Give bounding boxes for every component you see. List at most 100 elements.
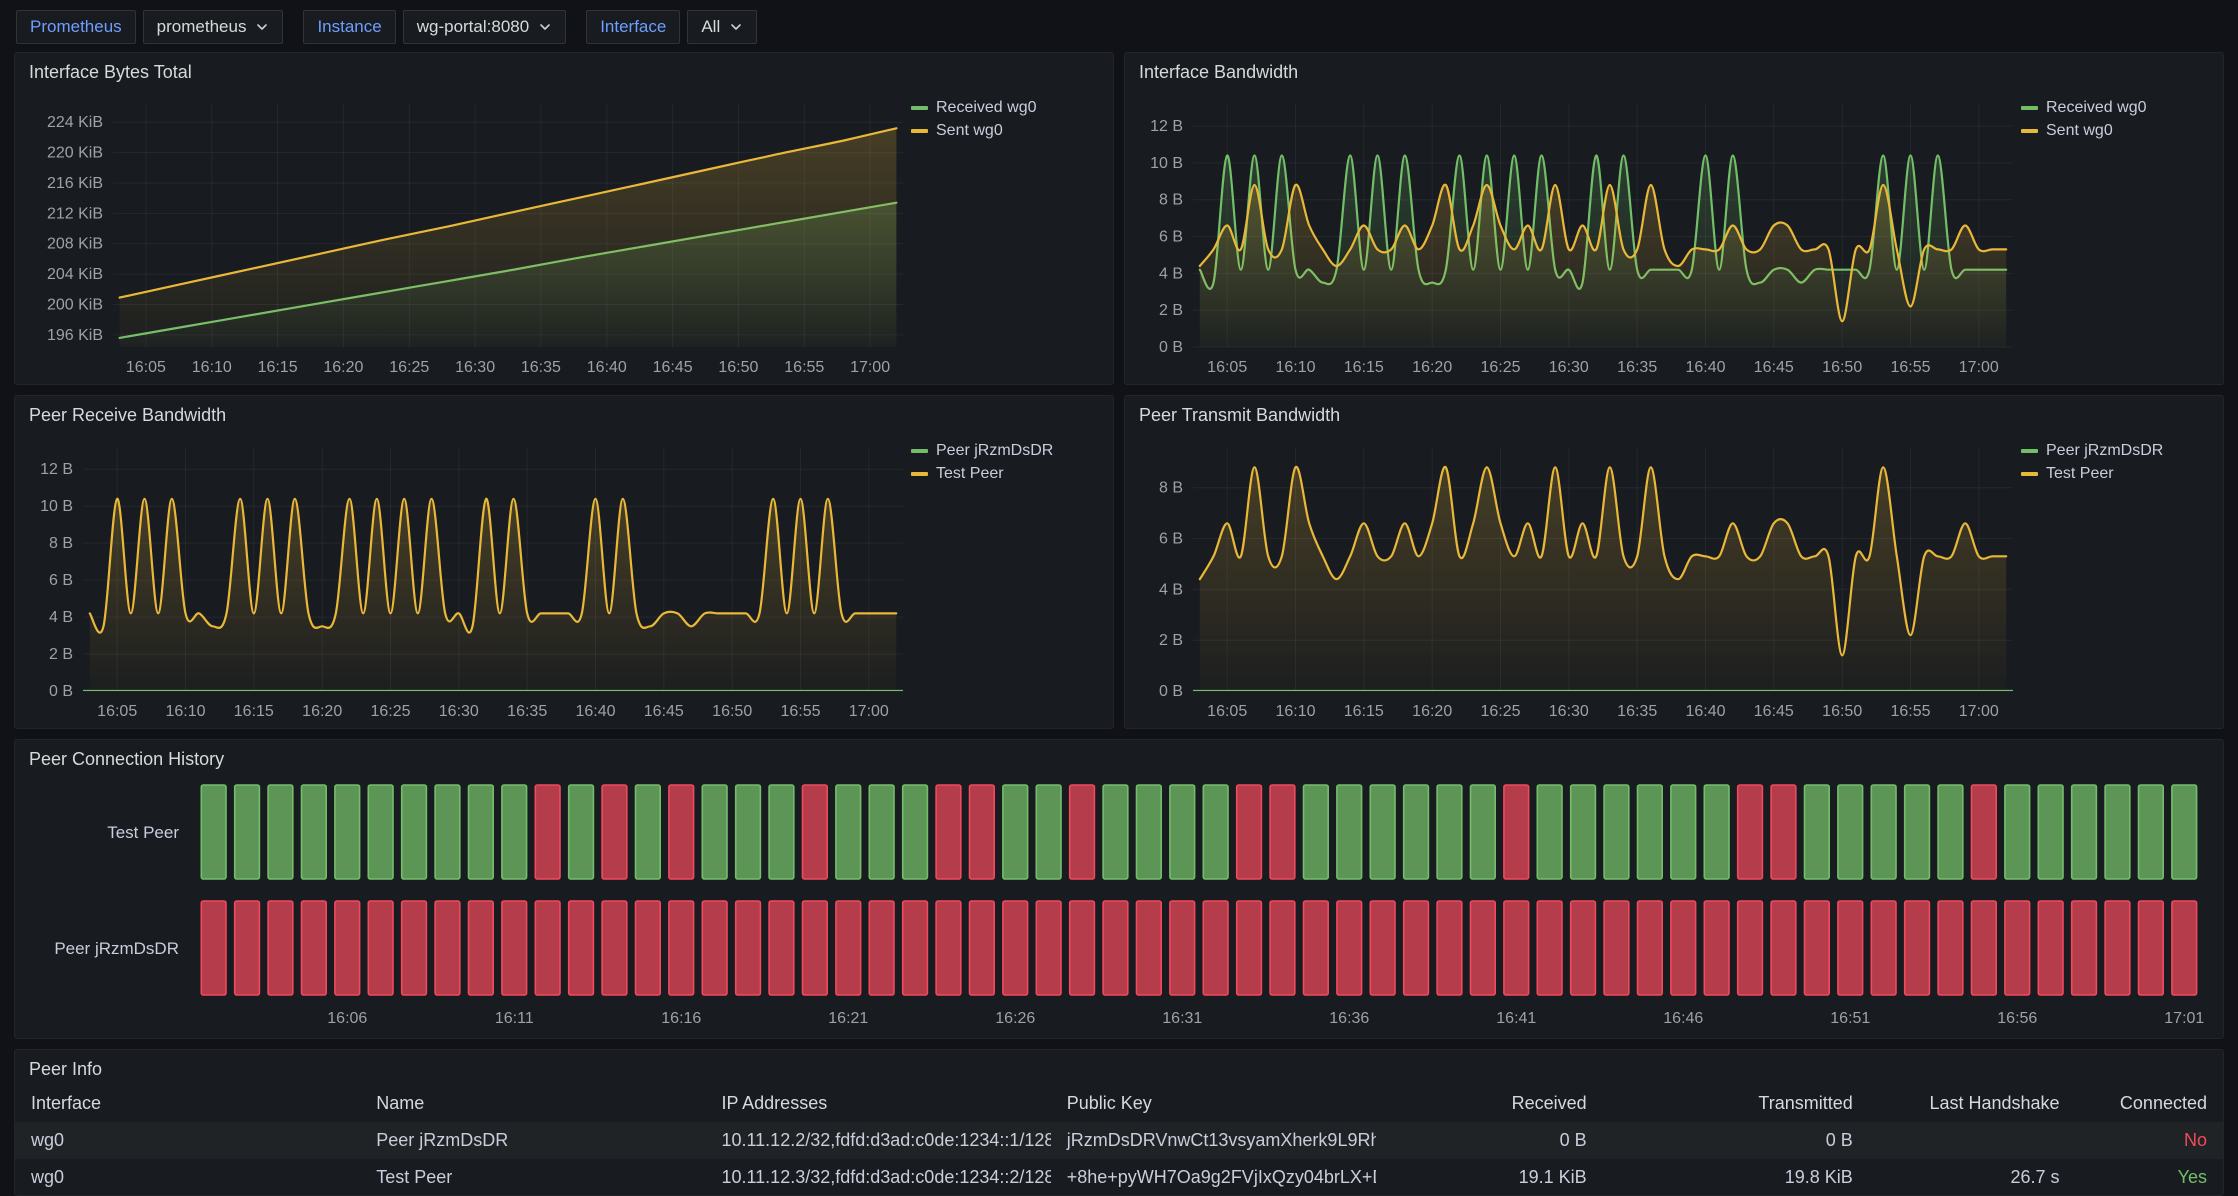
svg-text:16:56: 16:56 <box>1997 1010 2037 1027</box>
svg-text:16:55: 16:55 <box>780 703 820 720</box>
var-interface: Interface All <box>586 10 757 44</box>
svg-text:17:00: 17:00 <box>850 359 890 376</box>
legend-item[interactable]: Peer jRzmDsDR <box>911 443 1101 459</box>
panel-title-peer-info[interactable]: Peer Info <box>15 1050 2223 1085</box>
svg-text:16:15: 16:15 <box>234 703 274 720</box>
legend-series-label: Sent wg0 <box>936 123 1003 139</box>
table-cell: jRzmDsDRVnwCt13vsyamXherk9L9RhR <box>1051 1122 1376 1159</box>
svg-text:16:50: 16:50 <box>1822 703 1862 720</box>
panel-title-text: Peer Transmit Bandwidth <box>1139 404 2209 427</box>
svg-text:2 B: 2 B <box>1159 302 1183 319</box>
svg-text:16:45: 16:45 <box>1754 703 1794 720</box>
table-cell: Yes <box>2076 1159 2223 1196</box>
svg-text:16:25: 16:25 <box>1480 703 1520 720</box>
legend-item[interactable]: Received wg0 <box>2021 100 2211 116</box>
table-cell <box>1869 1122 2076 1159</box>
column-header-interface[interactable]: Interface <box>15 1085 360 1122</box>
panel-title-interface-bytes-total[interactable]: Interface Bytes Total <box>15 53 1113 86</box>
svg-text:208 KiB: 208 KiB <box>47 235 103 252</box>
time-series-chart[interactable]: 12 B10 B8 B6 B4 B2 B0 B16:0516:1016:1516… <box>21 431 909 725</box>
legend-item[interactable]: Test Peer <box>2021 466 2211 482</box>
svg-text:4 B: 4 B <box>1159 581 1183 598</box>
peer-info-table: InterfaceNameIP AddressesPublic KeyRecei… <box>15 1085 2223 1196</box>
table-cell: 0 B <box>1603 1122 1869 1159</box>
legend-series-label: Received wg0 <box>936 100 1037 116</box>
table-cell: +8he+pyWH7Oa9g2FVjIxQzy04brLX+D <box>1051 1159 1376 1196</box>
svg-text:6 B: 6 B <box>1159 530 1183 547</box>
table-cell: 26.7 s <box>1869 1159 2076 1196</box>
svg-text:16:10: 16:10 <box>192 359 232 376</box>
var-datasource: Prometheus prometheus <box>16 10 283 44</box>
column-header-name[interactable]: Name <box>360 1085 705 1122</box>
panel-title-peer-receive-bandwidth[interactable]: Peer Receive Bandwidth <box>15 396 1113 429</box>
svg-text:10 B: 10 B <box>1150 154 1183 171</box>
svg-text:17:00: 17:00 <box>1959 703 1999 720</box>
dashboard: Interface Bytes Total 224 KiB220 KiB216 … <box>0 52 2238 1196</box>
dashboard-controls: Prometheus prometheus Instance wg-portal… <box>0 0 2238 52</box>
svg-text:16:35: 16:35 <box>1617 359 1657 376</box>
legend-series-label: Peer jRzmDsDR <box>936 443 1053 459</box>
legend-item[interactable]: Sent wg0 <box>2021 123 2211 139</box>
column-header-connected[interactable]: Connected <box>2076 1085 2223 1122</box>
legend-series-label: Test Peer <box>936 466 1004 482</box>
column-header-transmitted[interactable]: Transmitted <box>1603 1085 1869 1122</box>
svg-text:16:36: 16:36 <box>1329 1010 1369 1027</box>
svg-text:16:50: 16:50 <box>1822 359 1862 376</box>
table-cell: Peer jRzmDsDR <box>360 1122 705 1159</box>
table-cell: 19.8 KiB <box>1603 1159 1869 1196</box>
panel-title-interface-bandwidth[interactable]: Interface Bandwidth <box>1125 53 2223 86</box>
interface-picker[interactable]: All <box>687 10 757 44</box>
column-header-public-key[interactable]: Public Key <box>1051 1085 1376 1122</box>
datasource-picker[interactable]: prometheus <box>143 10 284 44</box>
svg-text:16:06: 16:06 <box>327 1010 367 1027</box>
svg-text:204 KiB: 204 KiB <box>47 266 103 283</box>
svg-text:16:45: 16:45 <box>1754 359 1794 376</box>
time-series-chart[interactable]: 224 KiB220 KiB216 KiB212 KiB208 KiB204 K… <box>21 88 909 381</box>
time-series-chart[interactable]: 8 B6 B4 B2 B0 B16:0516:1016:1516:2016:25… <box>1131 431 2019 725</box>
legend-item[interactable]: Received wg0 <box>911 100 1101 116</box>
chevron-down-icon <box>729 20 743 34</box>
var-label-prometheus: Prometheus <box>16 10 136 44</box>
instance-value: wg-portal:8080 <box>417 17 529 37</box>
svg-text:16:05: 16:05 <box>97 703 137 720</box>
svg-text:2 B: 2 B <box>1159 632 1183 649</box>
legend-item[interactable]: Peer jRzmDsDR <box>2021 443 2211 459</box>
svg-text:16:15: 16:15 <box>1344 359 1384 376</box>
svg-text:16:30: 16:30 <box>439 703 479 720</box>
svg-text:16:25: 16:25 <box>370 703 410 720</box>
svg-text:8 B: 8 B <box>1159 191 1183 208</box>
svg-text:200 KiB: 200 KiB <box>47 296 103 313</box>
instance-picker[interactable]: wg-portal:8080 <box>403 10 566 44</box>
column-header-last-handshake[interactable]: Last Handshake <box>1869 1085 2076 1122</box>
svg-text:0 B: 0 B <box>49 683 73 700</box>
svg-text:17:00: 17:00 <box>849 703 889 720</box>
svg-text:16:10: 16:10 <box>165 703 205 720</box>
time-series-chart[interactable]: 12 B10 B8 B6 B4 B2 B0 B16:0516:1016:1516… <box>1131 88 2019 381</box>
svg-text:16:46: 16:46 <box>1663 1010 1703 1027</box>
legend-item[interactable]: Sent wg0 <box>911 123 1101 139</box>
panel-title-text: Peer Connection History <box>29 748 2209 771</box>
svg-text:16:40: 16:40 <box>1685 703 1725 720</box>
svg-text:16:45: 16:45 <box>653 359 693 376</box>
svg-text:224 KiB: 224 KiB <box>47 114 103 131</box>
var-label-interface: Interface <box>586 10 680 44</box>
svg-text:16:31: 16:31 <box>1162 1010 1202 1027</box>
svg-text:6 B: 6 B <box>49 572 73 589</box>
var-label-instance: Instance <box>303 10 395 44</box>
legend-item[interactable]: Test Peer <box>911 466 1101 482</box>
svg-text:12 B: 12 B <box>1150 118 1183 135</box>
svg-text:16:40: 16:40 <box>1685 359 1725 376</box>
svg-text:16:26: 16:26 <box>995 1010 1035 1027</box>
panel-title-peer-connection-history[interactable]: Peer Connection History <box>15 740 2223 773</box>
panel-interface-bytes-total: Interface Bytes Total 224 KiB220 KiB216 … <box>14 52 1114 385</box>
panel-title-peer-transmit-bandwidth[interactable]: Peer Transmit Bandwidth <box>1125 396 2223 429</box>
svg-text:16:15: 16:15 <box>258 359 298 376</box>
chevron-down-icon <box>255 20 269 34</box>
table-cell: 19.1 KiB <box>1376 1159 1603 1196</box>
svg-text:16:16: 16:16 <box>661 1010 701 1027</box>
legend-series-label: Test Peer <box>2046 466 2114 482</box>
column-header-ip-addresses[interactable]: IP Addresses <box>705 1085 1050 1122</box>
column-header-received[interactable]: Received <box>1376 1085 1603 1122</box>
svg-text:Test Peer: Test Peer <box>107 823 179 842</box>
state-timeline[interactable]: Test PeerPeer jRzmDsDR16:0616:1116:1616:… <box>21 775 2215 1035</box>
